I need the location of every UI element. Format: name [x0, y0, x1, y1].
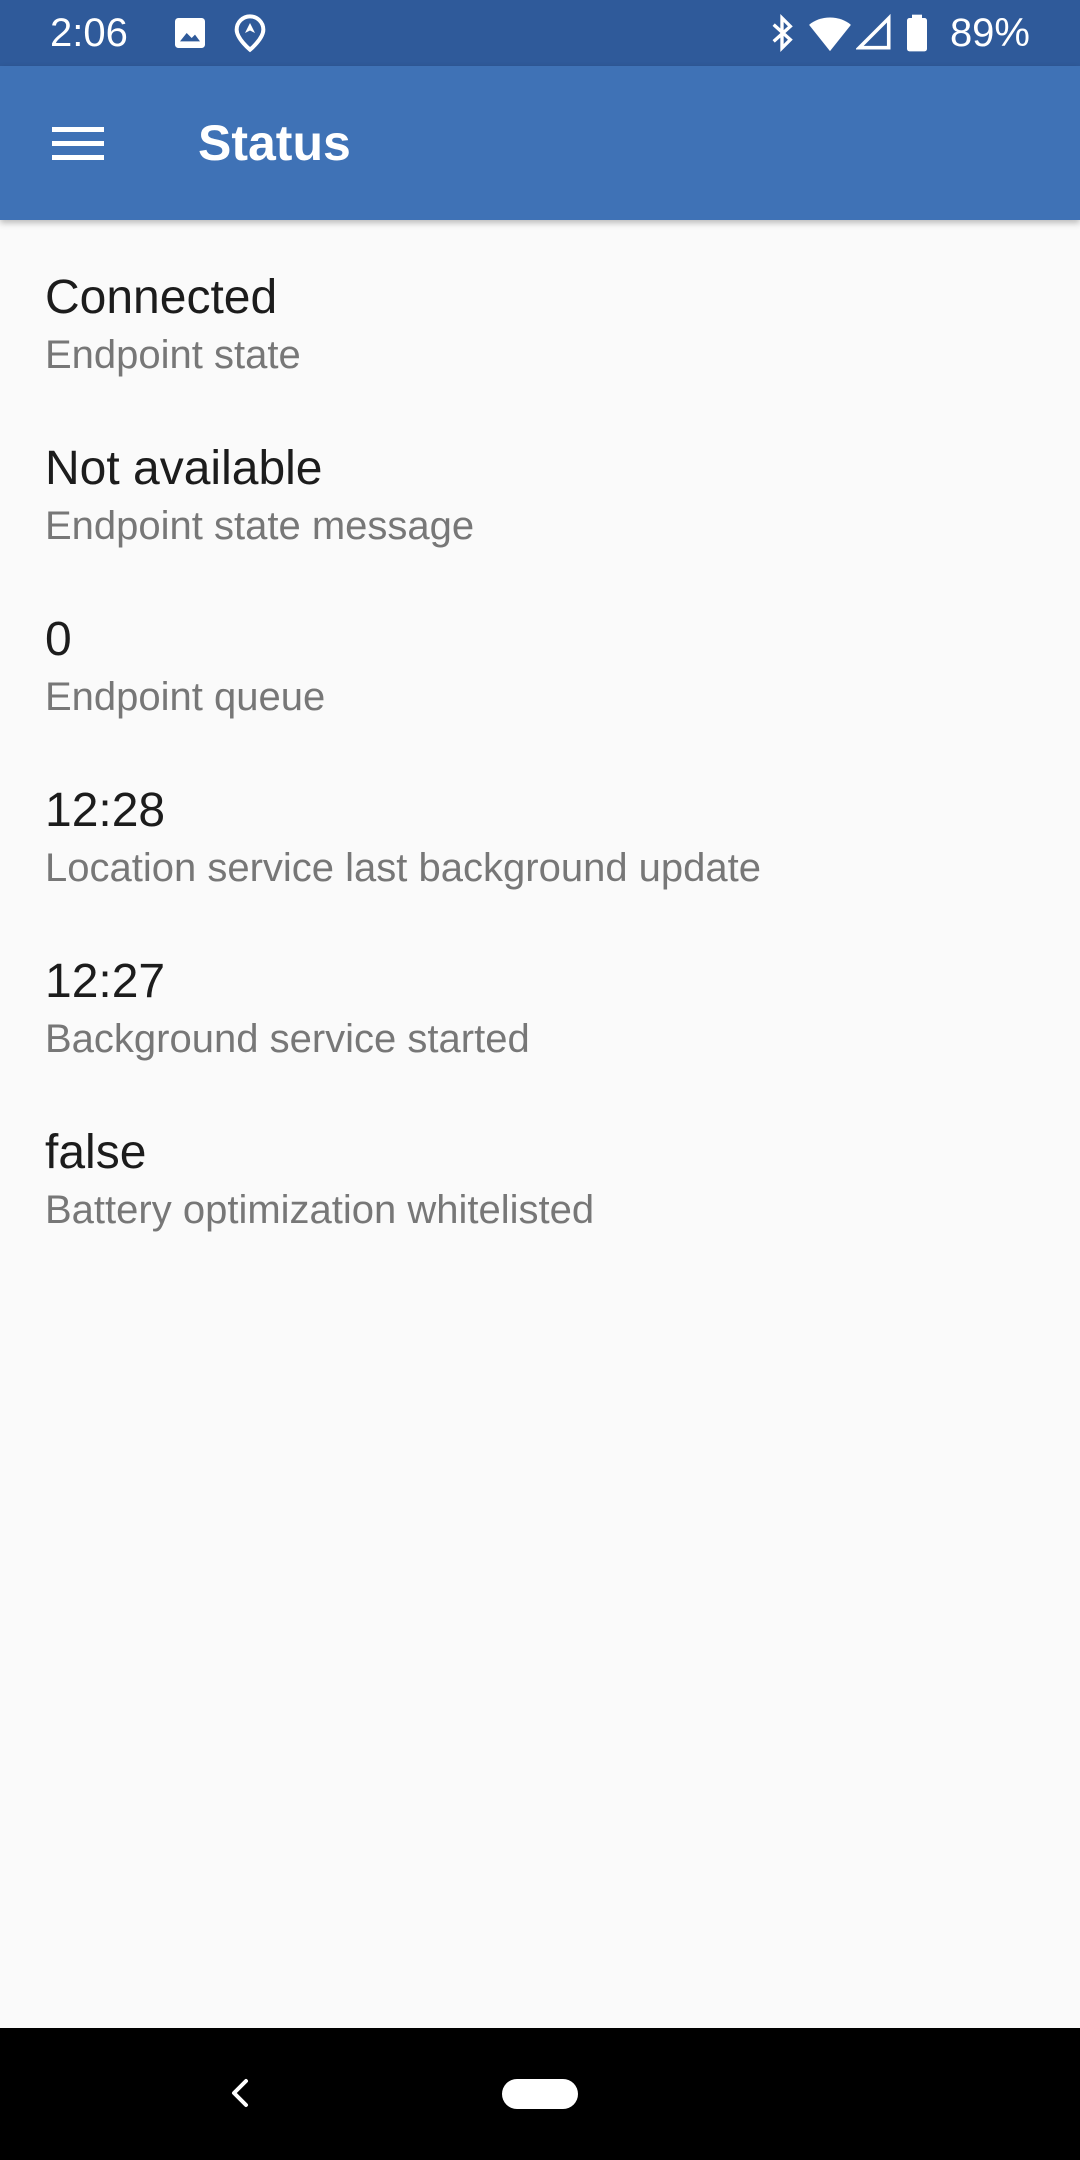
wifi-icon	[808, 13, 851, 53]
location-icon	[230, 13, 270, 53]
battery-percent: 89%	[949, 11, 1030, 55]
status-time: 2:06	[50, 11, 128, 55]
item-label: Location service last background update	[45, 846, 762, 890]
home-pill-icon[interactable]	[502, 2079, 578, 2109]
item-label: Background service started	[45, 1017, 530, 1061]
status-item-background-service-started: 12:27 Background service started	[0, 904, 1080, 1075]
item-value: false	[45, 1126, 147, 1179]
image-icon	[170, 13, 210, 53]
item-label: Endpoint state message	[45, 504, 475, 548]
back-chevron-icon[interactable]	[205, 2058, 275, 2128]
cell-signal-icon	[854, 13, 896, 53]
status-item-battery-optimization: false Battery optimization whitelisted	[0, 1075, 1080, 1246]
navigation-bar	[0, 2028, 1080, 2160]
battery-icon	[904, 13, 934, 53]
status-item-endpoint-state-message: Not available Endpoint state message	[0, 391, 1080, 562]
item-value: 12:27	[45, 955, 166, 1008]
item-value: 0	[45, 613, 72, 666]
page-title: Status	[198, 115, 351, 171]
item-value: 12:28	[45, 784, 166, 837]
item-value: Not available	[45, 442, 323, 495]
status-list: Connected Endpoint state Not available E…	[0, 220, 1080, 1246]
item-value: Connected	[45, 271, 278, 324]
status-bar: 2:06 89%	[0, 0, 1080, 66]
status-item-location-last-update: 12:28 Location service last background u…	[0, 733, 1080, 904]
status-item-endpoint-state: Connected Endpoint state	[0, 220, 1080, 391]
app-bar: Status	[0, 66, 1080, 220]
bluetooth-icon	[762, 13, 802, 53]
item-label: Endpoint state	[45, 333, 301, 377]
hamburger-menu-icon[interactable]	[30, 99, 126, 187]
status-item-endpoint-queue: 0 Endpoint queue	[0, 562, 1080, 733]
item-label: Endpoint queue	[45, 675, 326, 719]
item-label: Battery optimization whitelisted	[45, 1188, 595, 1232]
